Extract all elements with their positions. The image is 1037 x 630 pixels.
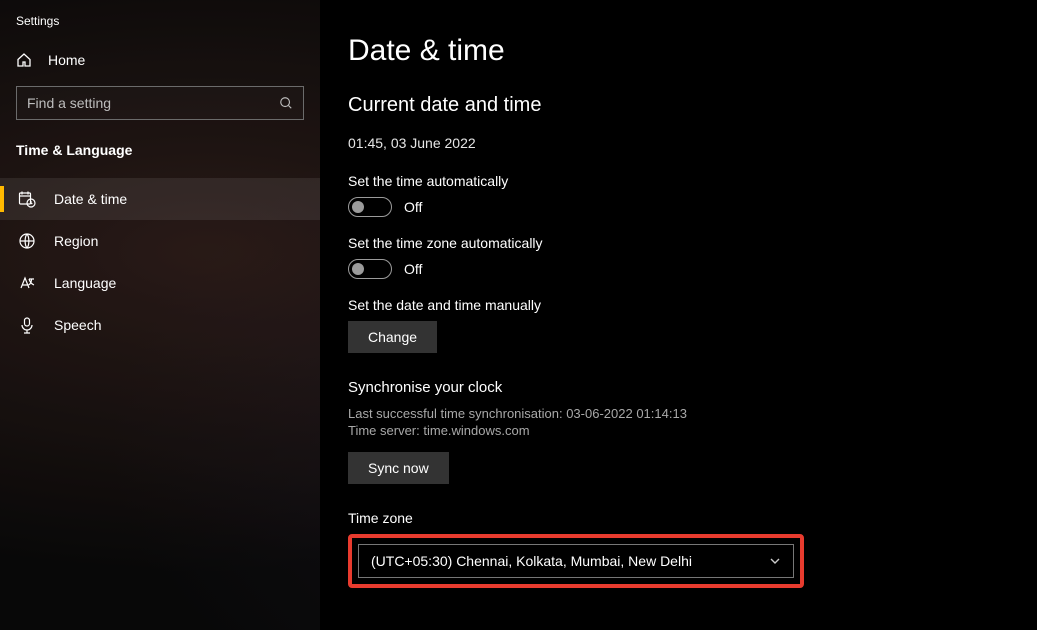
page-title: Date & time [348, 34, 1009, 68]
auto-timezone-toggle[interactable] [348, 259, 392, 279]
sync-last-success: Last successful time synchronisation: 03… [348, 406, 1009, 421]
auto-time-toggle[interactable] [348, 197, 392, 217]
sync-now-button[interactable]: Sync now [348, 452, 449, 484]
microphone-icon [18, 316, 36, 334]
auto-time-state: Off [404, 199, 422, 215]
app-title: Settings [0, 8, 320, 42]
auto-timezone-label: Set the time zone automatically [348, 235, 1009, 251]
sync-clock-section: Synchronise your clock Last successful t… [348, 379, 1009, 484]
timezone-section: Time zone (UTC+05:30) Chennai, Kolkata, … [348, 510, 1009, 588]
sidebar-item-date-time[interactable]: Date & time [0, 178, 320, 220]
sync-heading: Synchronise your clock [348, 379, 1009, 396]
sidebar-item-label: Speech [54, 317, 101, 333]
sidebar-item-label: Language [54, 275, 116, 291]
chevron-down-icon [769, 555, 781, 567]
sidebar-item-region[interactable]: Region [0, 220, 320, 262]
language-icon [18, 274, 36, 292]
search-input[interactable] [27, 95, 279, 111]
auto-time-setting: Set the time automatically Off [348, 173, 1009, 217]
sync-server: Time server: time.windows.com [348, 423, 1009, 438]
search-icon [279, 96, 293, 110]
search-box[interactable] [16, 86, 304, 120]
globe-icon [18, 232, 36, 250]
home-icon [16, 52, 32, 68]
section-current-datetime: Current date and time [348, 94, 1009, 117]
home-nav[interactable]: Home [0, 42, 320, 78]
sidebar-item-language[interactable]: Language [0, 262, 320, 304]
sidebar-item-speech[interactable]: Speech [0, 304, 320, 346]
sidebar-item-label: Date & time [54, 191, 127, 207]
timezone-highlight-box: (UTC+05:30) Chennai, Kolkata, Mumbai, Ne… [348, 534, 804, 588]
auto-time-label: Set the time automatically [348, 173, 1009, 189]
timezone-label: Time zone [348, 510, 1009, 526]
timezone-dropdown[interactable]: (UTC+05:30) Chennai, Kolkata, Mumbai, Ne… [358, 544, 794, 578]
change-button[interactable]: Change [348, 321, 437, 353]
sidebar: Settings Home Time & Language [0, 0, 320, 630]
timezone-selected-value: (UTC+05:30) Chennai, Kolkata, Mumbai, Ne… [371, 553, 692, 569]
settings-window: Settings Home Time & Language [0, 0, 1037, 630]
sidebar-nav: Date & time Region Langu [0, 178, 320, 346]
sidebar-item-label: Region [54, 233, 98, 249]
manual-datetime-setting: Set the date and time manually Change [348, 297, 1009, 353]
main-content: Date & time Current date and time 01:45,… [320, 0, 1037, 630]
home-label: Home [48, 52, 85, 68]
calendar-clock-icon [18, 190, 36, 208]
current-datetime-value: 01:45, 03 June 2022 [348, 135, 1009, 151]
category-title: Time & Language [0, 132, 320, 172]
manual-datetime-label: Set the date and time manually [348, 297, 1009, 313]
auto-timezone-setting: Set the time zone automatically Off [348, 235, 1009, 279]
auto-timezone-state: Off [404, 261, 422, 277]
